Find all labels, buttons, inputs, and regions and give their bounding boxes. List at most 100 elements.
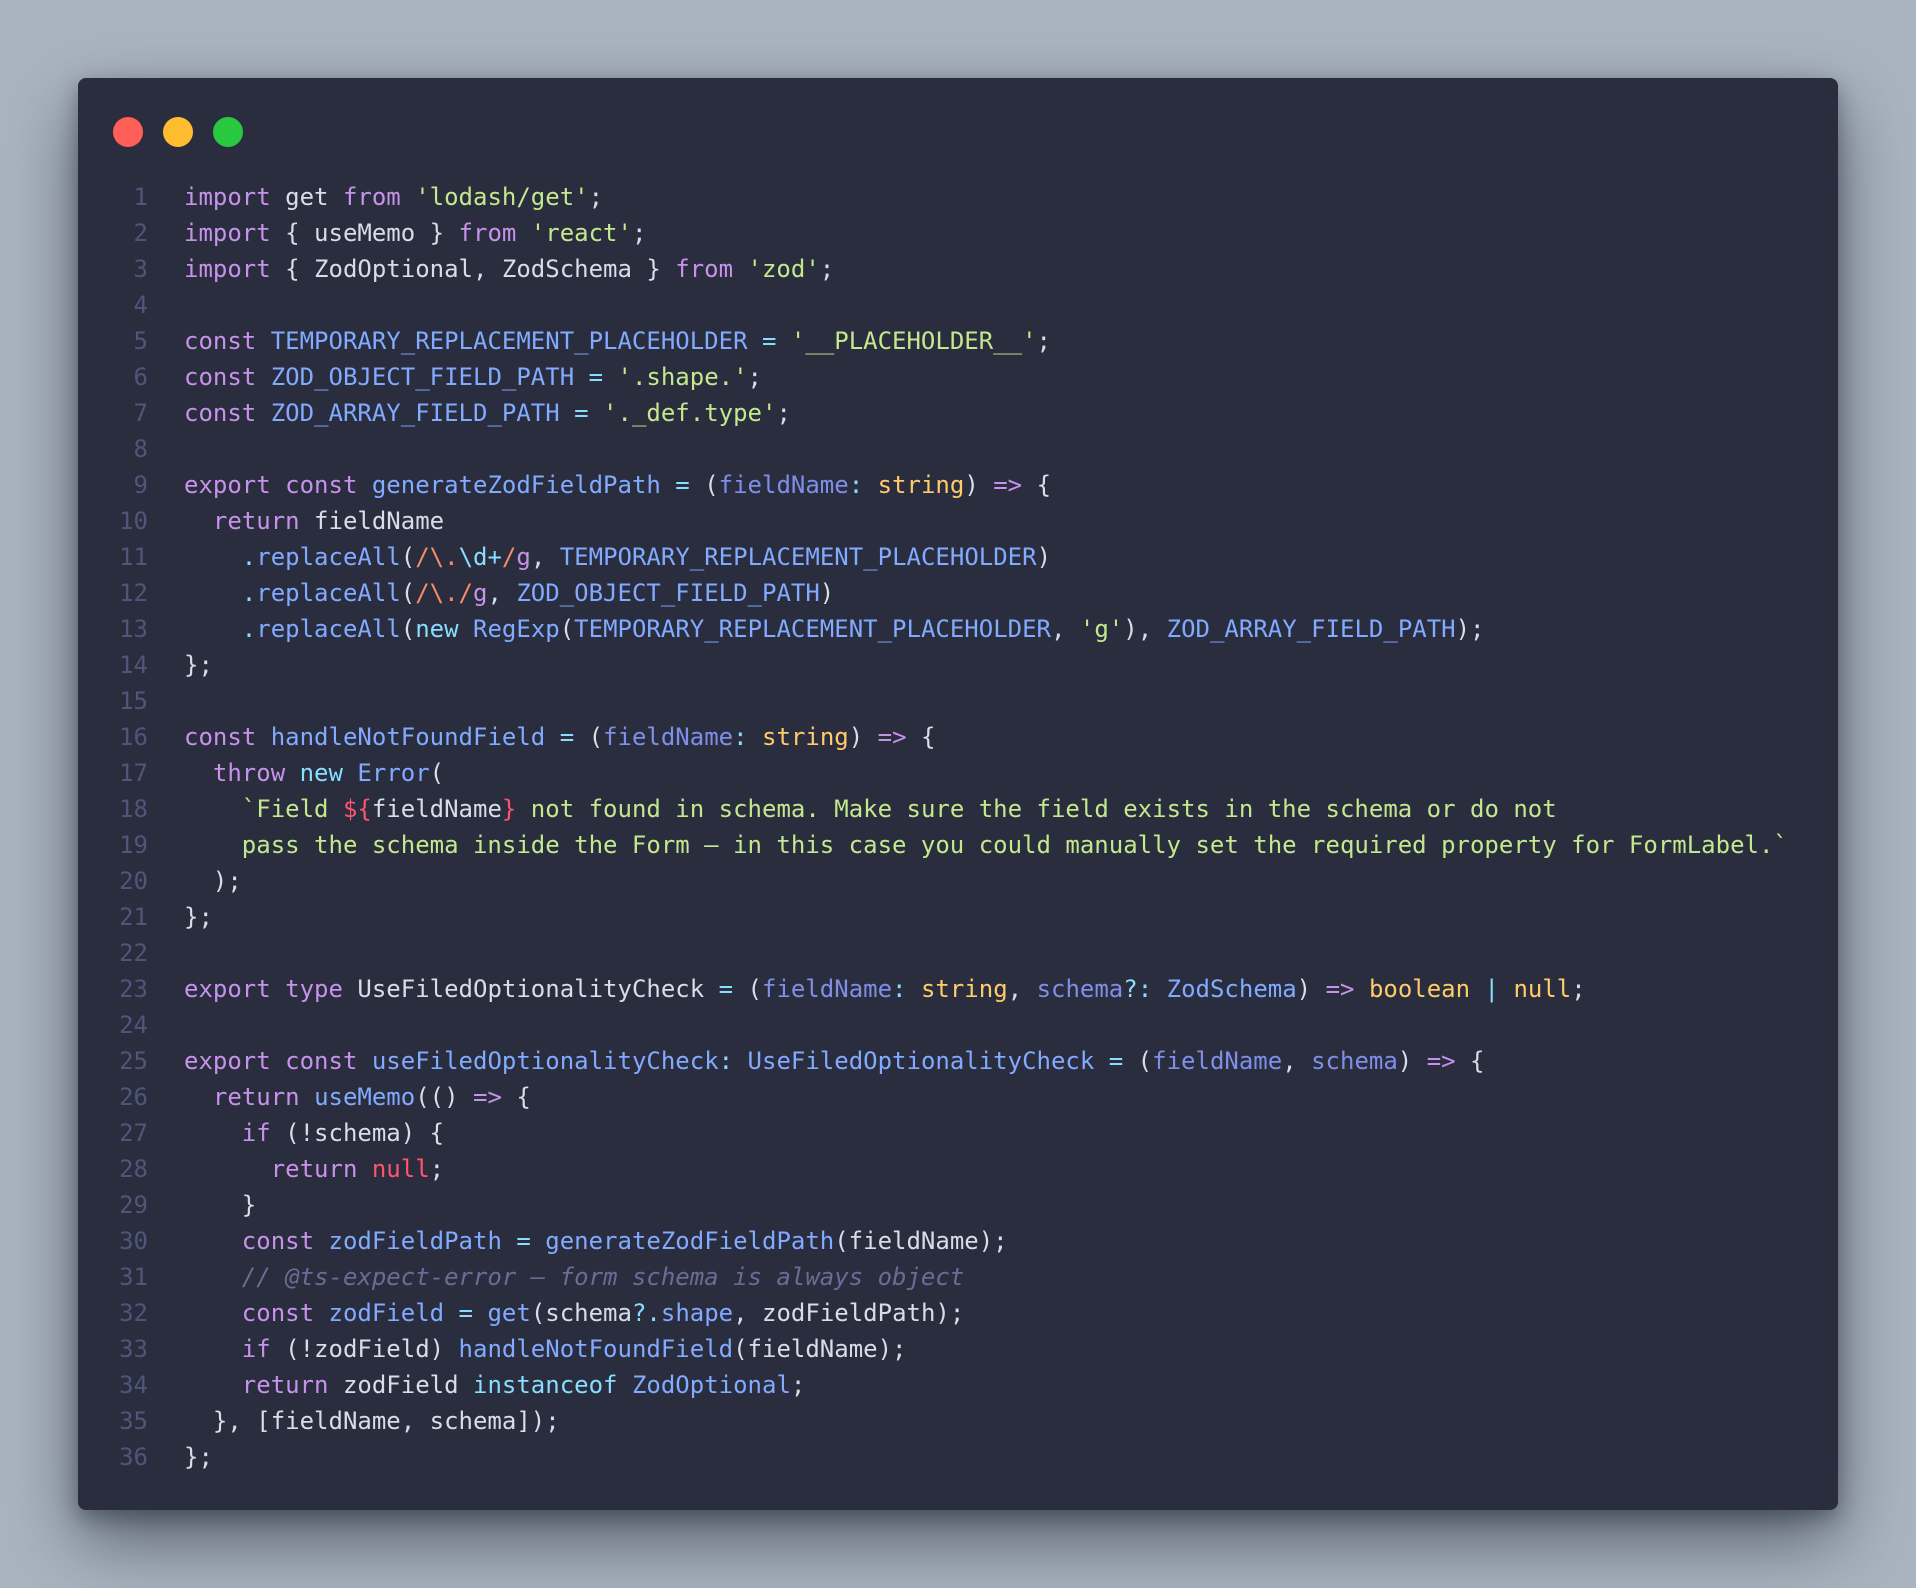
line-source: `Field ${fieldName} not found in schema.… [148, 791, 1557, 827]
code-token: useMemo [314, 1083, 416, 1111]
code-token: ZOD_ARRAY_FIELD_PATH [1166, 615, 1456, 643]
line-number: 24 [119, 1011, 148, 1039]
line-number: 26 [119, 1083, 148, 1111]
line-source [148, 1007, 184, 1043]
code-line: 33 if (!zodField) handleNotFoundField(fi… [78, 1331, 1788, 1367]
code-token: export [184, 471, 271, 499]
line-source: return fieldName [148, 503, 444, 539]
code-token: ), [1123, 615, 1167, 643]
line-source: return useMemo(() => { [148, 1079, 531, 1115]
line-number: 31 [119, 1263, 148, 1291]
line-number: 7 [133, 399, 148, 427]
line-source: const handleNotFoundField = (fieldName: … [148, 719, 935, 755]
code-token: = [516, 1227, 531, 1255]
code-token: = [588, 363, 604, 391]
code-token: ZOD_ARRAY_FIELD_PATH [270, 399, 560, 427]
line-number: 25 [119, 1047, 148, 1075]
code-token: null [1513, 975, 1572, 1003]
code-token: return [241, 1371, 329, 1399]
code-token: ; [429, 1155, 445, 1183]
code-line: 1 import get from 'lodash/get'; [78, 179, 1788, 215]
line-number: 27 [119, 1119, 148, 1147]
code-token: / [501, 543, 517, 571]
code-token: ) [1036, 543, 1052, 571]
minimize-window-icon[interactable] [163, 117, 193, 147]
code-token: '__PLACEHOLDER__' [790, 327, 1037, 355]
code-token: { [1022, 471, 1052, 499]
code-token: if [241, 1335, 271, 1363]
code-token: . [241, 579, 257, 607]
code-token: handleNotFoundField [270, 723, 546, 751]
code-token: generateZodFieldPath [371, 471, 661, 499]
code-token: } [501, 795, 517, 823]
maximize-window-icon[interactable] [213, 117, 243, 147]
line-number: 10 [119, 507, 148, 535]
line-number: 20 [119, 867, 148, 895]
code-token: ; [747, 363, 762, 391]
code-token: } [184, 1191, 257, 1219]
line-number: 14 [119, 651, 148, 679]
line-source: if (!schema) { [148, 1115, 444, 1151]
line-source: const ZOD_OBJECT_FIELD_PATH = '.shape.'; [148, 359, 762, 395]
code-token: ); [212, 867, 242, 895]
line-source: if (!zodField) handleNotFoundField(field… [148, 1331, 907, 1367]
code-editor: 1 import get from 'lodash/get'; 2 import { … [78, 179, 1788, 1475]
code-token: ; [819, 255, 835, 283]
code-token: fieldName [603, 723, 734, 751]
code-token: import [184, 183, 271, 211]
code-token: boolean [1368, 975, 1471, 1003]
line-source: const ZOD_ARRAY_FIELD_PATH = '._def.type… [148, 395, 791, 431]
line-number: 9 [133, 471, 148, 499]
line-number: 22 [119, 939, 148, 967]
line-number: 15 [119, 687, 148, 715]
line-number: 17 [119, 759, 148, 787]
code-token: const [184, 327, 257, 355]
line-number: 36 [119, 1443, 148, 1471]
code-token: ; [588, 183, 604, 211]
code-token: from [458, 219, 517, 247]
line-number: 21 [119, 903, 148, 931]
code-line: 20 ); [78, 863, 1788, 899]
code-token: get [270, 183, 343, 211]
code-token: return [212, 1083, 300, 1111]
code-line: 16 const handleNotFoundField = (fieldName… [78, 719, 1788, 755]
code-token: ( [733, 975, 762, 1003]
code-token: \d+ [458, 543, 502, 571]
code-token: ; [631, 219, 647, 247]
close-window-icon[interactable] [113, 117, 143, 147]
code-line: 29 } [78, 1187, 1788, 1223]
line-source: .replaceAll(/\.\d+/g, TEMPORARY_REPLACEM… [148, 539, 1051, 575]
line-number: 19 [119, 831, 148, 859]
code-token: 'g' [1079, 615, 1124, 643]
code-line: 36}; [78, 1439, 1788, 1475]
code-token: => [1325, 975, 1355, 1003]
code-token: (fieldName); [733, 1335, 907, 1363]
code-token: : [733, 723, 748, 751]
code-token: fieldName [299, 507, 445, 535]
code-line: 6 const ZOD_OBJECT_FIELD_PATH = '.shape.'… [78, 359, 1788, 395]
code-token: string [762, 723, 849, 751]
line-number: 35 [119, 1407, 148, 1435]
code-token: pass the schema inside the Form – in thi… [241, 831, 1788, 859]
code-line: 22 [78, 935, 1788, 971]
code-token: fieldName [762, 975, 893, 1003]
code-line: 23 export type UseFiledOptionalityCheck =… [78, 971, 1788, 1007]
code-token: RegExp [473, 615, 560, 643]
code-token: ZOD_OBJECT_FIELD_PATH [516, 579, 820, 607]
code-token: generateZodFieldPath [545, 1227, 835, 1255]
code-token: (fieldName); [834, 1227, 1008, 1255]
